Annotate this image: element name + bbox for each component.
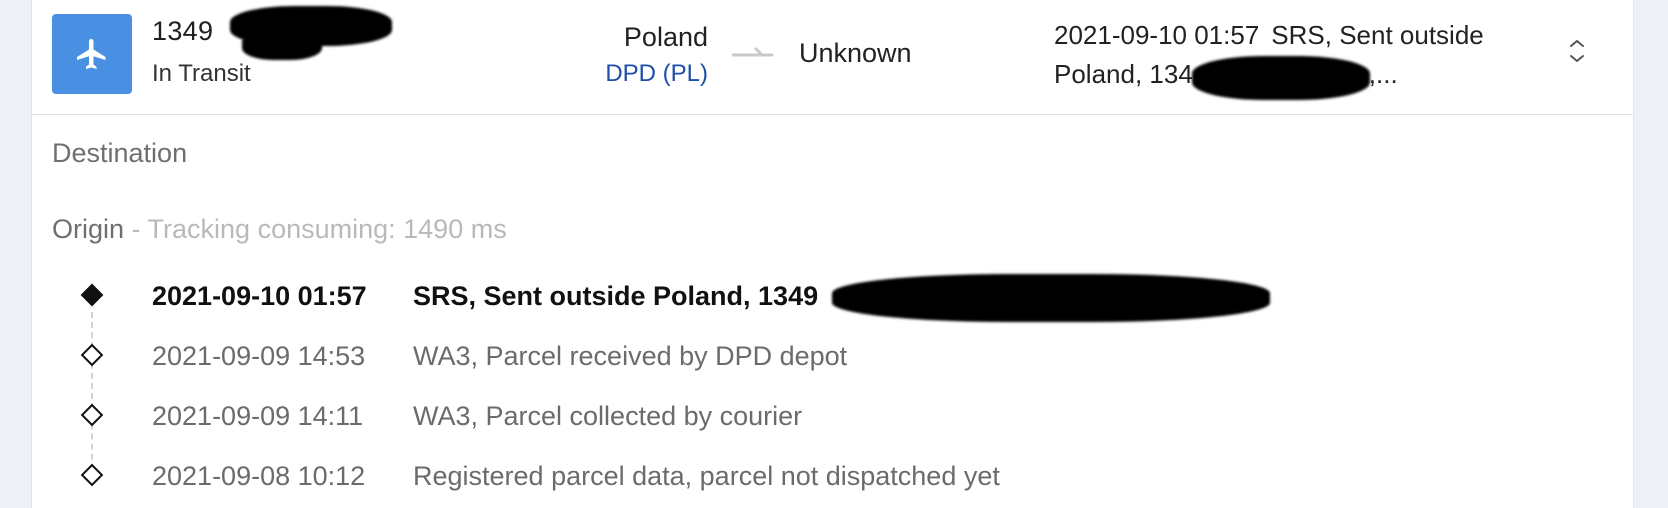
latest-event-text: SRS, Sent outside	[1271, 20, 1484, 50]
shipment-card: 1349 In Transit Poland DPD (PL) Unknown …	[31, 0, 1634, 508]
timeline-event: 2021-09-10 01:57 SRS, Sent outside Polan…	[32, 281, 1532, 321]
timeline-event: 2021-09-09 14:53 WA3, Parcel received by…	[32, 341, 1532, 381]
event-time: 2021-09-10 01:57	[152, 281, 367, 311]
diamond-outline-icon	[80, 343, 104, 367]
tracking-number: 1349	[152, 16, 214, 46]
latest-event-ellipsis: ,...	[1368, 59, 1398, 89]
event-time: 2021-09-09 14:53	[152, 341, 366, 371]
destination-country: Unknown	[799, 38, 912, 68]
redacted-event-number	[832, 274, 1270, 322]
origin-separator: -	[124, 214, 148, 244]
event-description: WA3, Parcel received by DPD depot	[413, 341, 848, 371]
event-time: 2021-09-08 10:12	[152, 461, 366, 491]
timeline-event: 2021-09-08 10:12 Registered parcel data,…	[32, 461, 1532, 501]
latest-event-location: Poland, 134	[1054, 59, 1193, 89]
diamond-filled-icon	[80, 283, 104, 307]
shipment-status: In Transit	[152, 60, 251, 87]
expand-toggle-icon[interactable]	[1565, 38, 1589, 68]
diamond-outline-icon	[80, 463, 104, 487]
origin-country: Poland	[623, 22, 708, 52]
airplane-icon	[52, 14, 132, 94]
event-time: 2021-09-09 14:11	[152, 401, 364, 431]
timeline-connector	[91, 312, 93, 480]
shipment-summary-row[interactable]: 1349 In Transit Poland DPD (PL) Unknown …	[32, 0, 1633, 115]
origin-section-header: Origin - Tracking consuming: 1490 ms	[52, 214, 507, 245]
route-arrow-icon	[730, 44, 776, 71]
event-description: Registered parcel data, parcel not dispa…	[413, 461, 1000, 491]
destination-section-label: Destination	[52, 138, 188, 168]
origin-section-label: Origin	[52, 214, 125, 244]
tracking-consuming-time: Tracking consuming: 1490 ms	[147, 214, 507, 244]
timeline-event: 2021-09-09 14:11 WA3, Parcel collected b…	[32, 401, 1532, 441]
redacted-latest-event-number	[1192, 56, 1370, 100]
event-description: WA3, Parcel collected by courier	[413, 401, 803, 431]
latest-event-time: 2021-09-10 01:57	[1054, 20, 1260, 50]
carrier-link[interactable]: DPD (PL)	[605, 60, 708, 88]
redacted-tracking-number	[242, 30, 322, 60]
diamond-outline-icon	[80, 403, 104, 427]
event-description: SRS, Sent outside Poland, 1349	[413, 281, 819, 311]
